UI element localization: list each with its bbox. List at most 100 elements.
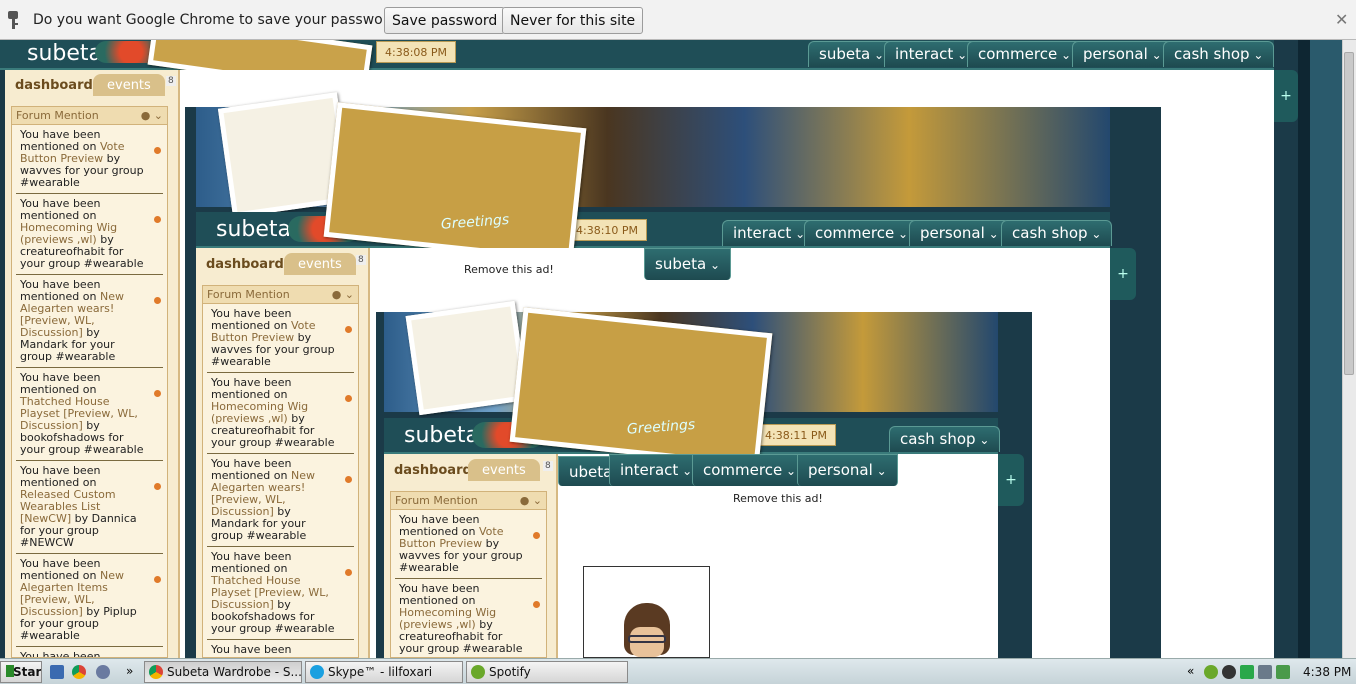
nav-label: subeta bbox=[819, 45, 871, 63]
mention-item: You have been mentioned on Released Cust… bbox=[207, 640, 354, 658]
layer1-mention-list: You have been mentioned on Vote Button P… bbox=[12, 125, 167, 658]
forum-mention-header[interactable]: Forum Mention ● ⌄ bbox=[391, 492, 546, 510]
window-title: Skype™ - lilfoxari bbox=[328, 665, 433, 679]
chrome-icon bbox=[149, 665, 163, 679]
taskbar-window-skype[interactable]: Skype™ - lilfoxari bbox=[305, 661, 463, 683]
nav-label: cash shop bbox=[1174, 45, 1250, 63]
layer3-nav-personal[interactable]: personal bbox=[797, 454, 898, 486]
layer1-nav-cash-shop[interactable]: cash shop bbox=[1163, 41, 1275, 67]
taskbar-window-spotify[interactable]: Spotify bbox=[466, 661, 628, 683]
layer3-nav-interact[interactable]: interact bbox=[609, 454, 704, 486]
mention-item: You have been mentioned on Homecoming Wi… bbox=[395, 579, 542, 657]
nav-label: cash shop bbox=[1012, 224, 1088, 242]
layer1-tab-dashboard[interactable]: dashboard bbox=[7, 74, 101, 96]
layer3-nav-cash-shop[interactable]: cash shop bbox=[889, 426, 1001, 452]
forum-mention-header[interactable]: Forum Mention ● ⌄ bbox=[203, 286, 358, 304]
layer1-sidebar: dashboard events 8 Forum Mention ● ⌄ You … bbox=[5, 70, 180, 658]
save-password-question: Do you want Google Chrome to save your p… bbox=[33, 12, 405, 28]
layer2-tab-dashboard[interactable]: dashboard bbox=[198, 253, 292, 275]
dismiss-dot-icon[interactable] bbox=[154, 576, 161, 583]
layer3-expand-plus[interactable]: + bbox=[998, 454, 1024, 506]
dismiss-dot-icon[interactable] bbox=[533, 601, 540, 608]
layer1-nav-interact[interactable]: interact bbox=[884, 41, 979, 67]
layer2-logo[interactable]: subeta bbox=[216, 217, 291, 242]
layer3-remove-ad-link[interactable]: Remove this ad! bbox=[733, 492, 823, 505]
greeting-text: Greetings bbox=[626, 416, 696, 438]
dismiss-dot-icon[interactable] bbox=[345, 569, 352, 576]
nav-label: interact bbox=[895, 45, 954, 63]
layer3-tab-dashboard[interactable]: dashboard bbox=[386, 459, 480, 481]
shield-tray-icon[interactable] bbox=[1240, 665, 1254, 679]
layer2-forum-mention-panel: Forum Mention ● ⌄ You have been mentioned… bbox=[202, 285, 359, 658]
layer2-nav-personal[interactable]: personal bbox=[909, 220, 1010, 246]
quicklaunch-overflow-icon[interactable]: » bbox=[126, 664, 133, 678]
layer1-logo[interactable]: subeta bbox=[27, 41, 102, 66]
dismiss-dot-icon[interactable] bbox=[345, 476, 352, 483]
layer2-tab-events[interactable]: events bbox=[284, 253, 356, 275]
dismiss-dot-icon[interactable] bbox=[154, 216, 161, 223]
layer1-nav-subeta[interactable]: subeta bbox=[808, 41, 896, 67]
media-quicklaunch-icon[interactable] bbox=[96, 665, 110, 679]
layer3-nav-commerce[interactable]: commerce bbox=[692, 454, 808, 486]
windows-logo-icon bbox=[6, 665, 14, 677]
layer3-sidebar: dashboard events 8 Forum Mention ● ⌄ You … bbox=[384, 454, 558, 658]
layer2-mention-list: You have been mentioned on Vote Button P… bbox=[203, 304, 358, 658]
mention-item: You have been mentioned on October 2012 … bbox=[16, 647, 163, 658]
mention-item: You have been mentioned on New Alegarten… bbox=[207, 454, 354, 547]
layer1-tab-events[interactable]: events bbox=[93, 74, 165, 96]
mention-item: You have been mentioned on Vote Button P… bbox=[16, 125, 163, 194]
dismiss-dot-icon[interactable] bbox=[345, 326, 352, 333]
layer3-tab-events[interactable]: events bbox=[468, 459, 540, 481]
layer2-remove-ad-link[interactable]: Remove this ad! bbox=[464, 263, 554, 276]
scrollbar-thumb[interactable] bbox=[1344, 52, 1354, 375]
taskbar-clock[interactable]: 4:38 PM bbox=[1303, 665, 1351, 679]
never-save-button[interactable]: Never for this site bbox=[502, 7, 644, 34]
mention-item: You have been mentioned on Vote Button P… bbox=[207, 304, 354, 373]
nav-label: commerce bbox=[703, 461, 783, 479]
collapse-chevron-icon[interactable]: ● ⌄ bbox=[141, 109, 163, 122]
mention-prefix: You have been mentioned on bbox=[211, 307, 292, 332]
layer1-nav-commerce[interactable]: commerce bbox=[967, 41, 1083, 67]
save-password-button[interactable]: Save password bbox=[384, 7, 506, 34]
layer1-forum-mention-panel: Forum Mention ● ⌄ You have been mentioned… bbox=[11, 106, 168, 658]
mention-prefix: You have been mentioned on bbox=[20, 128, 101, 153]
dismiss-dot-icon[interactable] bbox=[154, 390, 161, 397]
layer1-expand-plus[interactable]: + bbox=[1274, 70, 1298, 122]
mention-item: You have been mentioned on Vote Button P… bbox=[395, 510, 542, 579]
mention-item: You have been mentioned on Thatched Hous… bbox=[207, 547, 354, 640]
network-tray-icon[interactable] bbox=[1258, 665, 1272, 679]
dismiss-dot-icon[interactable] bbox=[154, 483, 161, 490]
mention-topic-link[interactable]: Thatched House Playset [Preview, WL, Dis… bbox=[20, 395, 138, 432]
nav-label: personal bbox=[808, 461, 873, 479]
ie-quicklaunch-icon[interactable] bbox=[50, 665, 64, 679]
nav-label: commerce bbox=[978, 45, 1058, 63]
layer2-nav-interact[interactable]: interact bbox=[722, 220, 817, 246]
forum-mention-title: Forum Mention bbox=[207, 288, 290, 301]
dismiss-dot-icon[interactable] bbox=[154, 147, 161, 154]
dismiss-dot-icon[interactable] bbox=[345, 395, 352, 402]
layer3-logo[interactable]: subeta bbox=[404, 423, 479, 448]
tray-overflow-icon[interactable]: « bbox=[1187, 664, 1194, 678]
nav-label: interact bbox=[733, 224, 792, 242]
layer2-nav-commerce[interactable]: commerce bbox=[804, 220, 920, 246]
layer2-nav-cash-shop[interactable]: cash shop bbox=[1001, 220, 1113, 246]
collapse-chevron-icon[interactable]: ● ⌄ bbox=[520, 494, 542, 507]
layer2-expand-plus[interactable]: + bbox=[1110, 248, 1136, 300]
forum-mention-header[interactable]: Forum Mention ● ⌄ bbox=[12, 107, 167, 125]
mention-item: You have been mentioned on Thatched Hous… bbox=[16, 368, 163, 461]
taskbar-window-subeta[interactable]: Subeta Wardrobe - S... bbox=[144, 661, 302, 683]
mention-topic-link[interactable]: Thatched House Playset [Preview, WL, Dis… bbox=[211, 574, 329, 611]
skype-icon bbox=[310, 665, 324, 679]
dismiss-dot-icon[interactable] bbox=[154, 297, 161, 304]
battery-tray-icon[interactable] bbox=[1276, 665, 1290, 679]
spotify-tray-icon[interactable] bbox=[1204, 665, 1218, 679]
avatar-frame[interactable] bbox=[583, 566, 710, 658]
mention-item: You have been mentioned on New Alegarten… bbox=[16, 554, 163, 647]
dismiss-dot-icon[interactable] bbox=[533, 532, 540, 539]
layer1-nav-personal[interactable]: personal bbox=[1072, 41, 1173, 67]
steam-tray-icon[interactable] bbox=[1222, 665, 1236, 679]
close-infobar-icon[interactable]: ✕ bbox=[1335, 10, 1348, 29]
collapse-chevron-icon[interactable]: ● ⌄ bbox=[332, 288, 354, 301]
chrome-quicklaunch-icon[interactable] bbox=[72, 665, 86, 679]
layer2-nav-subeta[interactable]: subeta bbox=[644, 248, 732, 280]
